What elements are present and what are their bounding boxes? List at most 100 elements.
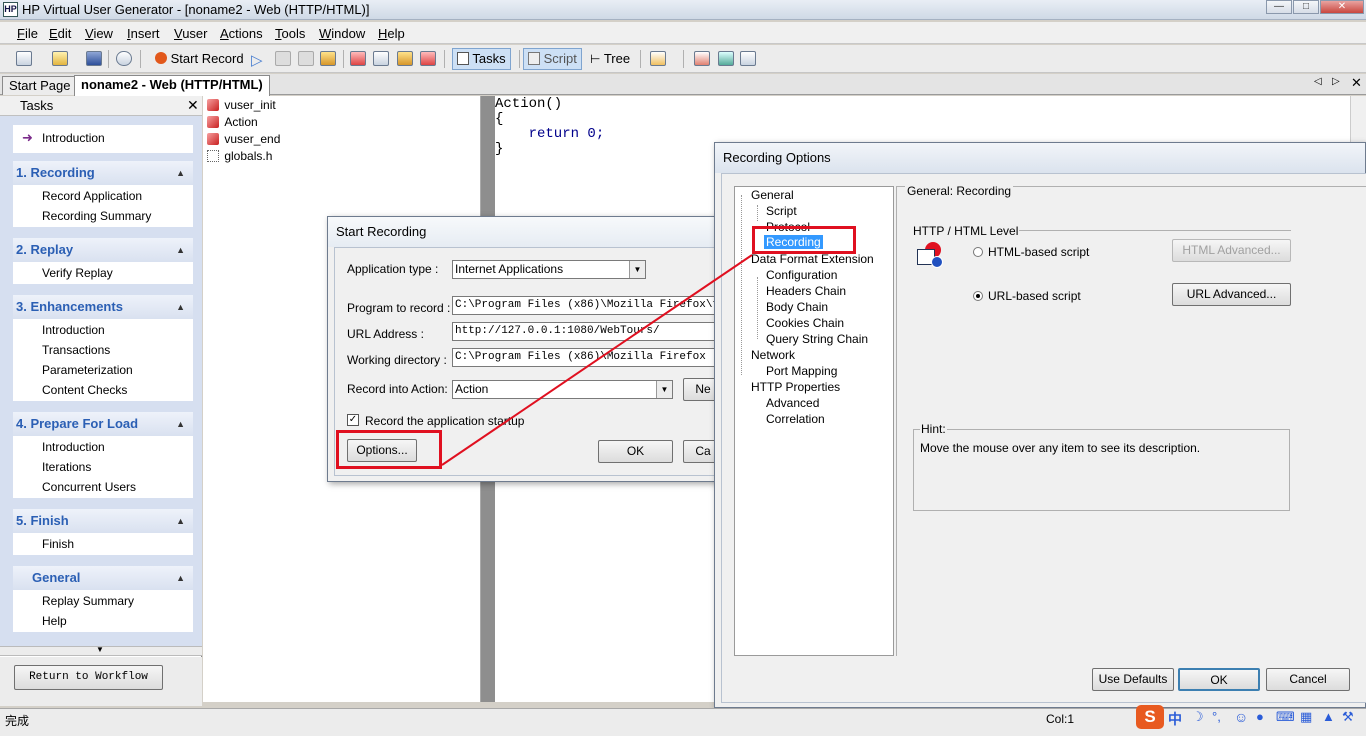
stop-icon[interactable] [275,51,291,66]
recording-options-icon[interactable] [718,51,734,66]
tree-view-button[interactable]: ⊢ Tree [585,48,635,70]
file-item[interactable]: globals.h [207,149,272,163]
tab-start-page[interactable]: Start Page [2,76,78,95]
ok-button[interactable]: OK [598,440,673,463]
menu-file[interactable]: File [17,26,38,41]
output-window-icon[interactable] [650,51,666,66]
tree-body-chain[interactable]: Body Chain [766,300,828,314]
html-based-radio[interactable] [973,247,983,257]
task-item[interactable]: Verify Replay [13,263,193,283]
tree-port-mapping[interactable]: Port Mapping [766,364,837,378]
url-advanced-button[interactable]: URL Advanced... [1172,283,1291,306]
task-item[interactable]: Iterations [13,457,193,477]
collapse-icon[interactable]: ▲ [176,238,185,262]
collapse-icon[interactable]: ▲ [176,161,185,185]
task-item[interactable]: Finish [13,534,193,554]
pause-icon[interactable] [298,51,314,66]
menu-help[interactable]: Help [378,26,405,41]
ime-language-icon[interactable]: 中 [1168,709,1182,729]
task-item[interactable]: Help [13,611,193,631]
tasks-scroll-down[interactable]: ▼ [0,645,202,656]
task-item[interactable]: Introduction [13,320,193,340]
play-icon[interactable]: ▷ [251,51,263,69]
group-header[interactable]: 2. Replay ▲ [13,238,193,262]
tree-query-string-chain[interactable]: Query String Chain [766,332,868,346]
minimize-button[interactable]: — [1266,0,1292,14]
tree-configuration[interactable]: Configuration [766,268,837,282]
menu-insert[interactable]: Insert [127,26,160,41]
menu-view[interactable]: View [85,26,113,41]
tree-data-format-extension[interactable]: Data Format Extension [751,252,874,266]
close-tasks-icon[interactable]: ✕ [187,97,199,114]
punctuation-icon[interactable]: °, [1212,709,1221,724]
group-header[interactable]: 4. Prepare For Load ▲ [13,412,193,436]
group-header[interactable]: 3. Enhancements ▲ [13,295,193,319]
task-item[interactable]: Record Application [13,186,193,206]
task-item[interactable]: Transactions [13,340,193,360]
menu-edit[interactable]: Edit [49,26,71,41]
tree-http-properties[interactable]: HTTP Properties [751,380,840,394]
menu-window[interactable]: Window [319,26,365,41]
close-window-button[interactable]: ✕ [1320,0,1364,14]
return-to-workflow-button[interactable]: Return to Workflow [14,665,163,690]
menu-vuser[interactable]: Vuser [174,26,208,41]
tasks-view-button[interactable]: Tasks [452,48,511,70]
transaction-end-icon[interactable] [397,51,413,66]
shirt-icon[interactable]: ▲ [1322,709,1335,724]
ime-logo-icon[interactable]: S [1136,705,1164,729]
url-input[interactable]: http://127.0.0.1:1080/WebTours/ [452,322,717,341]
tree-cookies-chain[interactable]: Cookies Chain [766,316,844,330]
close-tab-icon[interactable]: ✕ [1351,75,1362,91]
task-item[interactable]: Content Checks [13,380,193,400]
microphone-icon[interactable]: ● [1256,709,1264,724]
menu-actions[interactable]: Actions [220,26,263,41]
tree-general[interactable]: General [751,188,794,202]
new-script-icon[interactable] [16,51,32,66]
insert-step-icon[interactable] [350,51,366,66]
file-item[interactable]: Action [207,115,258,129]
task-item[interactable]: Replay Summary [13,591,193,611]
tree-headers-chain[interactable]: Headers Chain [766,284,846,298]
collapse-icon[interactable]: ▲ [176,509,185,533]
keyboard-icon[interactable]: ⌨ [1276,709,1295,725]
transaction-start-icon[interactable] [373,51,389,66]
group-header[interactable]: 1. Recording ▲ [13,161,193,185]
compile-icon[interactable] [320,51,336,66]
group-header[interactable]: General ▲ [13,566,193,590]
cancel-button[interactable]: Cancel [1266,668,1350,691]
group-header[interactable]: 5. Finish ▲ [13,509,193,533]
collapse-icon[interactable]: ▲ [176,295,185,319]
tab-noname2[interactable]: noname2 - Web (HTTP/HTML) [74,75,270,96]
collapse-icon[interactable]: ▲ [176,412,185,436]
options-tree[interactable]: General Script Protocol Recording Data F… [734,186,894,656]
task-item[interactable]: Concurrent Users [13,477,193,497]
skin-icon[interactable]: ▦ [1300,709,1312,725]
url-based-radio[interactable] [973,291,983,301]
html-advanced-button[interactable]: HTML Advanced... [1172,239,1291,262]
runtime-settings-icon[interactable] [694,51,710,66]
task-item[interactable]: Recording Summary [13,206,193,226]
save-icon[interactable] [86,51,102,66]
tree-script[interactable]: Script [766,204,797,218]
tree-advanced[interactable]: Advanced [766,396,819,410]
find-icon[interactable] [116,51,132,66]
script-view-button[interactable]: Script [523,48,582,70]
start-record-button[interactable]: Start Record [150,48,249,70]
wrench-icon[interactable]: ⚒ [1342,709,1354,725]
collapse-icon[interactable]: ▲ [176,566,185,590]
smiley-icon[interactable]: ☺ [1234,709,1248,725]
tab-scroll-right-icon[interactable]: ▷ [1332,76,1340,87]
tree-network[interactable]: Network [751,348,795,362]
intro-item[interactable]: ➜ Introduction [13,125,193,153]
workdir-input[interactable]: C:\Program Files (x86)\Mozilla Firefox [452,348,717,367]
menu-tools[interactable]: Tools [275,26,305,41]
app-type-select[interactable]: Internet Applications ▼ [452,260,646,279]
ok-button[interactable]: OK [1178,668,1260,691]
file-item[interactable]: vuser_end [207,132,280,146]
tab-scroll-left-icon[interactable]: ◁ [1314,76,1322,87]
moon-icon[interactable]: ☽ [1192,709,1204,725]
startup-checkbox[interactable]: ✓ [347,414,359,426]
task-item[interactable]: Introduction [13,437,193,457]
program-input[interactable]: C:\Program Files (x86)\Mozilla Firefox\f… [452,296,717,315]
tree-correlation[interactable]: Correlation [766,412,825,426]
